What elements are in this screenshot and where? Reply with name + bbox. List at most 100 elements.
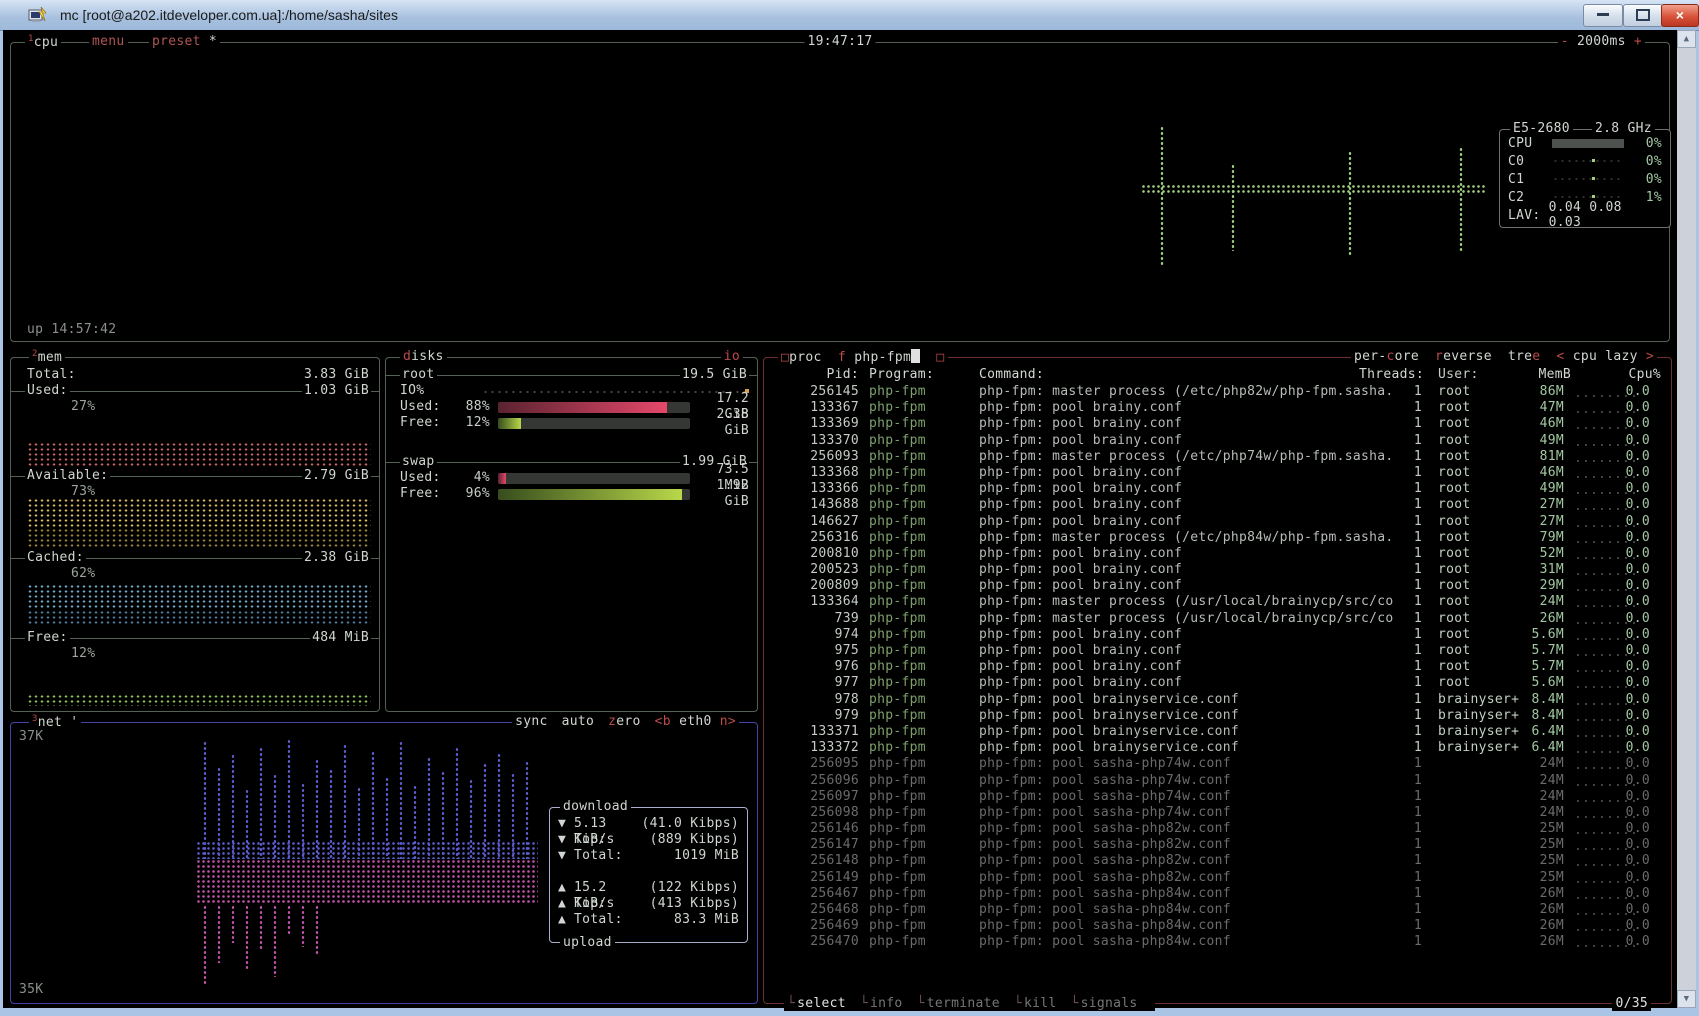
net-toggle-auto[interactable]: auto <box>562 714 595 729</box>
app-window: mc [root@a202.itdeveloper.com.ua]:/home/… <box>0 0 1699 1016</box>
cell-threads: 1 <box>1364 934 1422 950</box>
sort-prev-button[interactable]: < <box>1556 349 1564 364</box>
cpu-box-title: 1cpu <box>25 34 61 50</box>
table-row[interactable]: 200809 php-fpm php-fpm: pool brainy.conf… <box>764 578 1671 594</box>
cell-pid: 256148 <box>772 853 859 869</box>
filter-close-button[interactable]: □ <box>936 350 944 365</box>
table-row[interactable]: 256469 php-fpm php-fpm: pool sasha-php84… <box>764 918 1671 934</box>
disks-io-toggle[interactable]: io <box>721 349 743 364</box>
menu-button[interactable]: menu <box>89 34 128 49</box>
iface-next-button[interactable]: n> <box>720 714 736 729</box>
table-row[interactable]: 256097 php-fpm php-fpm: pool sasha-php74… <box>764 789 1671 805</box>
cell-command: php-fpm: pool sasha-php74w.conf <box>979 773 1409 789</box>
proc-table-header: Pid: Program: Command: Threads: User: Me… <box>764 367 1671 383</box>
table-row[interactable]: 256468 php-fpm php-fpm: pool sasha-php84… <box>764 902 1671 918</box>
graph-spike <box>469 779 473 859</box>
interface-switcher[interactable]: <b eth0 n> <box>655 714 736 729</box>
table-row[interactable]: 977 php-fpm php-fpm: pool brainy.conf 1 … <box>764 675 1671 691</box>
table-row[interactable]: 133367 php-fpm php-fpm: pool brainy.conf… <box>764 400 1671 416</box>
table-row[interactable]: 256467 php-fpm php-fpm: pool sasha-php84… <box>764 886 1671 902</box>
cell-pid: 256147 <box>772 837 859 853</box>
select-button[interactable]: select <box>787 996 846 1011</box>
cell-pid: 256468 <box>772 902 859 918</box>
cell-threads: 1 <box>1364 433 1422 449</box>
table-row[interactable]: 256096 php-fpm php-fpm: pool sasha-php74… <box>764 773 1671 789</box>
signals-button[interactable]: signals <box>1071 996 1138 1011</box>
cell-program: php-fpm <box>869 481 969 497</box>
table-row[interactable]: 256316 php-fpm php-fpm: master process (… <box>764 530 1671 546</box>
cell-pid: 256095 <box>772 756 859 772</box>
terminate-button[interactable]: terminate <box>917 996 1000 1011</box>
table-row[interactable]: 979 php-fpm php-fpm: pool brainyservice.… <box>764 708 1671 724</box>
graph-spike <box>203 741 207 859</box>
table-row[interactable]: 256098 php-fpm php-fpm: pool sasha-php74… <box>764 805 1671 821</box>
table-row[interactable]: 256147 php-fpm php-fpm: pool sasha-php82… <box>764 837 1671 853</box>
cell-command: php-fpm: pool brainy.conf <box>979 546 1409 562</box>
interval-plus-button[interactable]: + <box>1634 34 1642 49</box>
proc-option-per-core[interactable]: per-core <box>1354 349 1419 364</box>
cell-mem: 31M <box>1504 562 1564 578</box>
scroll-up-button[interactable]: ▲ <box>1677 30 1696 48</box>
table-row[interactable]: 133372 php-fpm php-fpm: pool brainyservi… <box>764 740 1671 756</box>
cell-command: php-fpm: pool brainy.conf <box>979 433 1409 449</box>
table-row[interactable]: 976 php-fpm php-fpm: pool brainy.conf 1 … <box>764 659 1671 675</box>
sort-next-button[interactable]: > <box>1646 349 1654 364</box>
info-button[interactable]: info <box>860 996 903 1011</box>
col-command[interactable]: Command: <box>979 367 1044 383</box>
cell-cpu: 0.0 <box>1600 611 1650 627</box>
table-row[interactable]: 256145 php-fpm php-fpm: master process (… <box>764 384 1671 400</box>
col-pid[interactable]: Pid: <box>772 367 859 383</box>
table-row[interactable]: 200810 php-fpm php-fpm: pool brainy.conf… <box>764 546 1671 562</box>
table-row[interactable]: 256095 php-fpm php-fpm: pool sasha-php74… <box>764 756 1671 772</box>
cell-threads: 1 <box>1364 659 1422 675</box>
table-row[interactable]: 133366 php-fpm php-fpm: pool brainy.conf… <box>764 481 1671 497</box>
table-row[interactable]: 739 php-fpm php-fpm: master process (/us… <box>764 611 1671 627</box>
table-row[interactable]: 133369 php-fpm php-fpm: pool brainy.conf… <box>764 416 1671 432</box>
table-row[interactable]: 256093 php-fpm php-fpm: master process (… <box>764 449 1671 465</box>
table-row[interactable]: 146627 php-fpm php-fpm: pool brainy.conf… <box>764 514 1671 530</box>
kill-button[interactable]: kill <box>1014 996 1057 1011</box>
table-row[interactable]: 133370 php-fpm php-fpm: pool brainy.conf… <box>764 433 1671 449</box>
scrollbar[interactable]: ▲ ▼ <box>1677 30 1696 1008</box>
proc-option-tree[interactable]: tree <box>1508 349 1541 364</box>
graph-spike <box>301 905 305 947</box>
table-row[interactable]: 256149 php-fpm php-fpm: pool sasha-php82… <box>764 870 1671 886</box>
cell-command: php-fpm: pool brainy.conf <box>979 416 1409 432</box>
cell-command: php-fpm: pool brainyservice.conf <box>979 740 1409 756</box>
table-row[interactable]: 133364 php-fpm php-fpm: master process (… <box>764 594 1671 610</box>
sort-selector[interactable]: < cpu lazy > <box>1556 349 1654 364</box>
table-row[interactable]: 974 php-fpm php-fpm: pool brainy.conf 1 … <box>764 627 1671 643</box>
cell-mem: 24M <box>1504 594 1564 610</box>
cell-threads: 1 <box>1364 627 1422 643</box>
table-row[interactable]: 978 php-fpm php-fpm: pool brainyservice.… <box>764 692 1671 708</box>
table-row[interactable]: 143688 php-fpm php-fpm: pool brainy.conf… <box>764 497 1671 513</box>
col-program[interactable]: Program: <box>869 367 969 383</box>
table-row[interactable]: 256470 php-fpm php-fpm: pool sasha-php84… <box>764 934 1671 950</box>
cell-cpu: 0.0 <box>1600 724 1650 740</box>
col-mem[interactable]: MemB <box>1509 367 1571 383</box>
col-cpu[interactable]: Cpu% <box>1604 367 1661 383</box>
table-row[interactable]: 975 php-fpm php-fpm: pool brainy.conf 1 … <box>764 643 1671 659</box>
table-row[interactable]: 256148 php-fpm php-fpm: pool sasha-php82… <box>764 853 1671 869</box>
interval-minus-button[interactable]: - <box>1561 34 1569 49</box>
disk-root-free-row: Free:12% 2.38 GiB <box>400 415 749 431</box>
filter-key[interactable]: f <box>838 350 846 365</box>
graph-spike <box>301 783 305 859</box>
preset-button[interactable]: preset * <box>149 34 220 49</box>
filter-input[interactable]: php-fpm <box>854 350 920 365</box>
close-button[interactable]: × <box>1661 4 1699 27</box>
scroll-down-button[interactable]: ▼ <box>1677 990 1696 1008</box>
iface-prev-button[interactable]: <b <box>655 714 671 729</box>
net-toggle-sync[interactable]: sync <box>515 714 548 729</box>
net-toggle-zero[interactable]: zero <box>608 714 641 729</box>
maximize-button[interactable] <box>1623 4 1663 27</box>
table-row[interactable]: 133371 php-fpm php-fpm: pool brainyservi… <box>764 724 1671 740</box>
table-row[interactable]: 133368 php-fpm php-fpm: pool brainy.conf… <box>764 465 1671 481</box>
cell-threads: 1 <box>1364 562 1422 578</box>
proc-option-reverse[interactable]: reverse <box>1435 349 1492 364</box>
table-row[interactable]: 200523 php-fpm php-fpm: pool brainy.conf… <box>764 562 1671 578</box>
col-threads[interactable]: Threads: <box>1339 367 1424 383</box>
minimize-button[interactable] <box>1583 4 1623 27</box>
graph-spike <box>245 905 249 971</box>
table-row[interactable]: 256146 php-fpm php-fpm: pool sasha-php82… <box>764 821 1671 837</box>
